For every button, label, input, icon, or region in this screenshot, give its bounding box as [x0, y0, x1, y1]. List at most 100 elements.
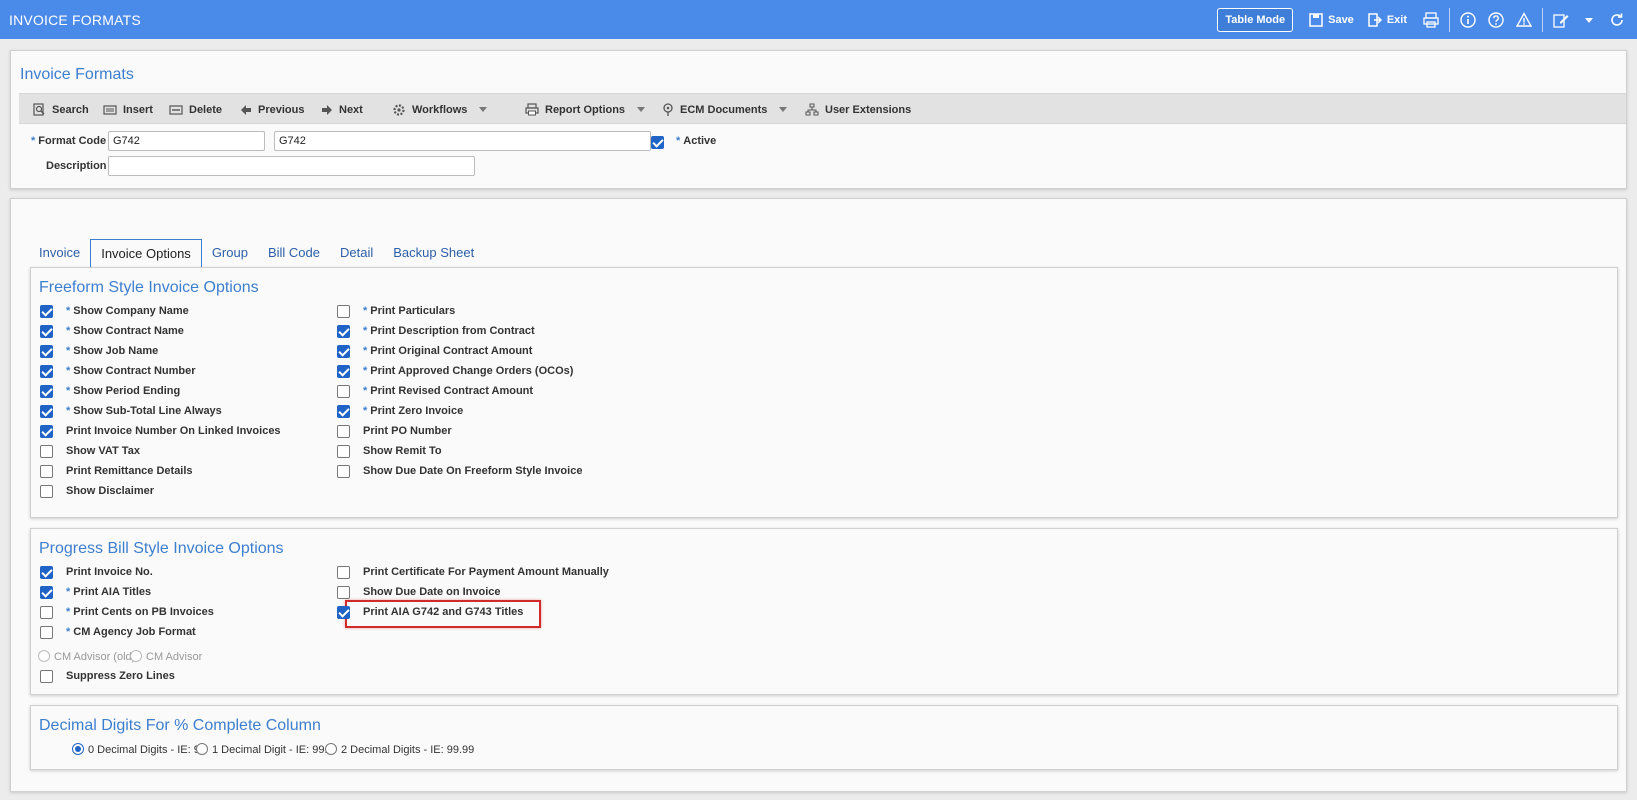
print-invoice-number-on-linked-invoices-checkbox[interactable] [40, 425, 53, 438]
print-zero-invoice-checkbox[interactable] [337, 405, 350, 418]
help-icon[interactable] [1486, 10, 1506, 30]
workflows-button[interactable]: Workflows [392, 94, 488, 125]
cm-agency-job-format-label: * CM Agency Job Format [66, 626, 196, 638]
record-toolbar: Search Insert Delete Previous Next Workf… [19, 93, 1626, 124]
print-invoice-no-checkbox[interactable] [40, 566, 53, 579]
cm-advisor-label: CM Advisor [146, 651, 203, 663]
print-particulars-label: * Print Particulars [363, 305, 456, 317]
decimal-1-label: 1 Decimal Digit - IE: 99.9 [212, 744, 334, 756]
show-sub-total-line-always-checkbox[interactable] [40, 405, 53, 418]
delete-icon [169, 104, 183, 115]
show-due-date-on-freeform-style-invoice-checkbox[interactable] [337, 465, 350, 478]
tab-detail[interactable]: Detail [330, 239, 383, 266]
location-pin-icon [663, 102, 673, 116]
format-code-input[interactable]: G742 [108, 131, 265, 151]
toolbar-divider [1542, 7, 1543, 32]
show-job-name-label: * Show Job Name [66, 345, 159, 357]
report-options-button[interactable]: Report Options [525, 94, 646, 125]
print-cents-on-pb-invoices-checkbox[interactable] [40, 606, 53, 619]
print-approved-change-orders-ocos-label: * Print Approved Change Orders (OCOs) [363, 365, 574, 377]
description-label: Description [46, 160, 107, 172]
exit-icon [1368, 12, 1382, 27]
freeform-options-section: Freeform Style Invoice Options * Show Com… [30, 267, 1618, 518]
insert-button[interactable]: Insert [103, 94, 153, 125]
print-aia-titles-checkbox[interactable] [40, 586, 53, 599]
print-certificate-for-payment-amount-manually-checkbox[interactable] [337, 566, 350, 579]
chevron-down-icon[interactable] [1579, 10, 1599, 30]
show-remit-to-label: Show Remit To [363, 445, 442, 457]
tab-invoice-options[interactable]: Invoice Options [90, 239, 202, 268]
show-contract-number-checkbox[interactable] [40, 365, 53, 378]
save-button[interactable]: Save [1309, 12, 1354, 27]
active-label: * Active [676, 135, 717, 147]
print-revised-contract-amount-checkbox[interactable] [337, 385, 350, 398]
print-icon[interactable] [1421, 10, 1441, 30]
decimal-2-radio[interactable] [325, 743, 337, 755]
show-due-date-on-freeform-style-invoice-label: Show Due Date On Freeform Style Invoice [363, 465, 583, 477]
cm-advisor-radio[interactable] [130, 650, 142, 662]
app-title: INVOICE FORMATS [9, 11, 141, 28]
chevron-down-icon[interactable] [479, 107, 488, 112]
page-title: Invoice Formats [20, 66, 134, 83]
ecm-documents-label: ECM Documents [680, 103, 768, 116]
print-remittance-details-checkbox[interactable] [40, 465, 53, 478]
tab-group[interactable]: Group [202, 239, 258, 266]
previous-label: Previous [258, 103, 305, 116]
print-aia-g742-and-g743-titles-checkbox[interactable] [337, 606, 350, 619]
print-icon [525, 103, 539, 116]
cm-advisor-old-radio[interactable] [38, 650, 50, 662]
print-remittance-details-label: Print Remittance Details [66, 465, 193, 477]
delete-button[interactable]: Delete [169, 94, 222, 125]
edit-icon[interactable] [1551, 10, 1571, 30]
decimal-1-radio[interactable] [196, 743, 208, 755]
chevron-down-icon[interactable] [637, 107, 646, 112]
previous-button[interactable]: Previous [240, 94, 304, 125]
chevron-down-icon[interactable] [779, 107, 788, 112]
tab-bill-code[interactable]: Bill Code [258, 239, 330, 266]
show-due-date-on-invoice-label: Show Due Date on Invoice [363, 586, 501, 598]
exit-button[interactable]: Exit [1368, 12, 1407, 27]
search-label: Search [52, 103, 89, 116]
show-vat-tax-checkbox[interactable] [40, 445, 53, 458]
table-mode-button[interactable]: Table Mode [1217, 7, 1294, 32]
active-checkbox[interactable] [651, 136, 664, 149]
decimal-0-radio[interactable] [72, 743, 84, 755]
description-input[interactable] [108, 156, 475, 176]
format-name-input[interactable]: G742 [274, 131, 651, 151]
tab-backup-sheet[interactable]: Backup Sheet [383, 239, 484, 266]
show-disclaimer-checkbox[interactable] [40, 485, 53, 498]
search-button[interactable]: Search [33, 94, 89, 125]
print-description-from-contract-checkbox[interactable] [337, 325, 350, 338]
decimal-0-label: 0 Decimal Digits - IE: 99 [88, 744, 206, 756]
print-po-number-checkbox[interactable] [337, 425, 350, 438]
workflows-label: Workflows [412, 103, 468, 116]
show-period-ending-checkbox[interactable] [40, 385, 53, 398]
refresh-icon[interactable] [1607, 10, 1627, 30]
ecm-documents-button[interactable]: ECM Documents [662, 94, 788, 125]
print-invoice-number-on-linked-invoices-label: Print Invoice Number On Linked Invoices [66, 425, 281, 437]
show-contract-name-checkbox[interactable] [40, 325, 53, 338]
print-original-contract-amount-checkbox[interactable] [337, 345, 350, 358]
show-due-date-on-invoice-checkbox[interactable] [337, 586, 350, 599]
user-extensions-button[interactable]: User Extensions [805, 94, 911, 125]
exit-label: Exit [1386, 13, 1407, 26]
print-particulars-checkbox[interactable] [337, 305, 350, 318]
show-company-name-checkbox[interactable] [40, 305, 53, 318]
print-certificate-for-payment-amount-manually-label: Print Certificate For Payment Amount Man… [363, 566, 609, 578]
print-approved-change-orders-ocos-checkbox[interactable] [337, 365, 350, 378]
tab-invoice[interactable]: Invoice [29, 239, 90, 266]
insert-icon [103, 104, 117, 115]
next-button[interactable]: Next [321, 94, 363, 125]
cm-agency-job-format-checkbox[interactable] [40, 626, 53, 639]
suppress-zero-lines-checkbox[interactable] [40, 670, 53, 683]
print-po-number-label: Print PO Number [363, 425, 452, 437]
body-panel: Invoice Invoice Options Group Bill Code … [10, 198, 1627, 792]
print-revised-contract-amount-label: * Print Revised Contract Amount [363, 385, 534, 397]
show-remit-to-checkbox[interactable] [337, 445, 350, 458]
format-code-label: * Format Code [31, 135, 107, 147]
info-icon[interactable] [1458, 10, 1478, 30]
show-job-name-checkbox[interactable] [40, 345, 53, 358]
next-label: Next [339, 103, 363, 116]
warning-icon[interactable] [1514, 10, 1534, 30]
user-extensions-label: User Extensions [825, 103, 912, 116]
